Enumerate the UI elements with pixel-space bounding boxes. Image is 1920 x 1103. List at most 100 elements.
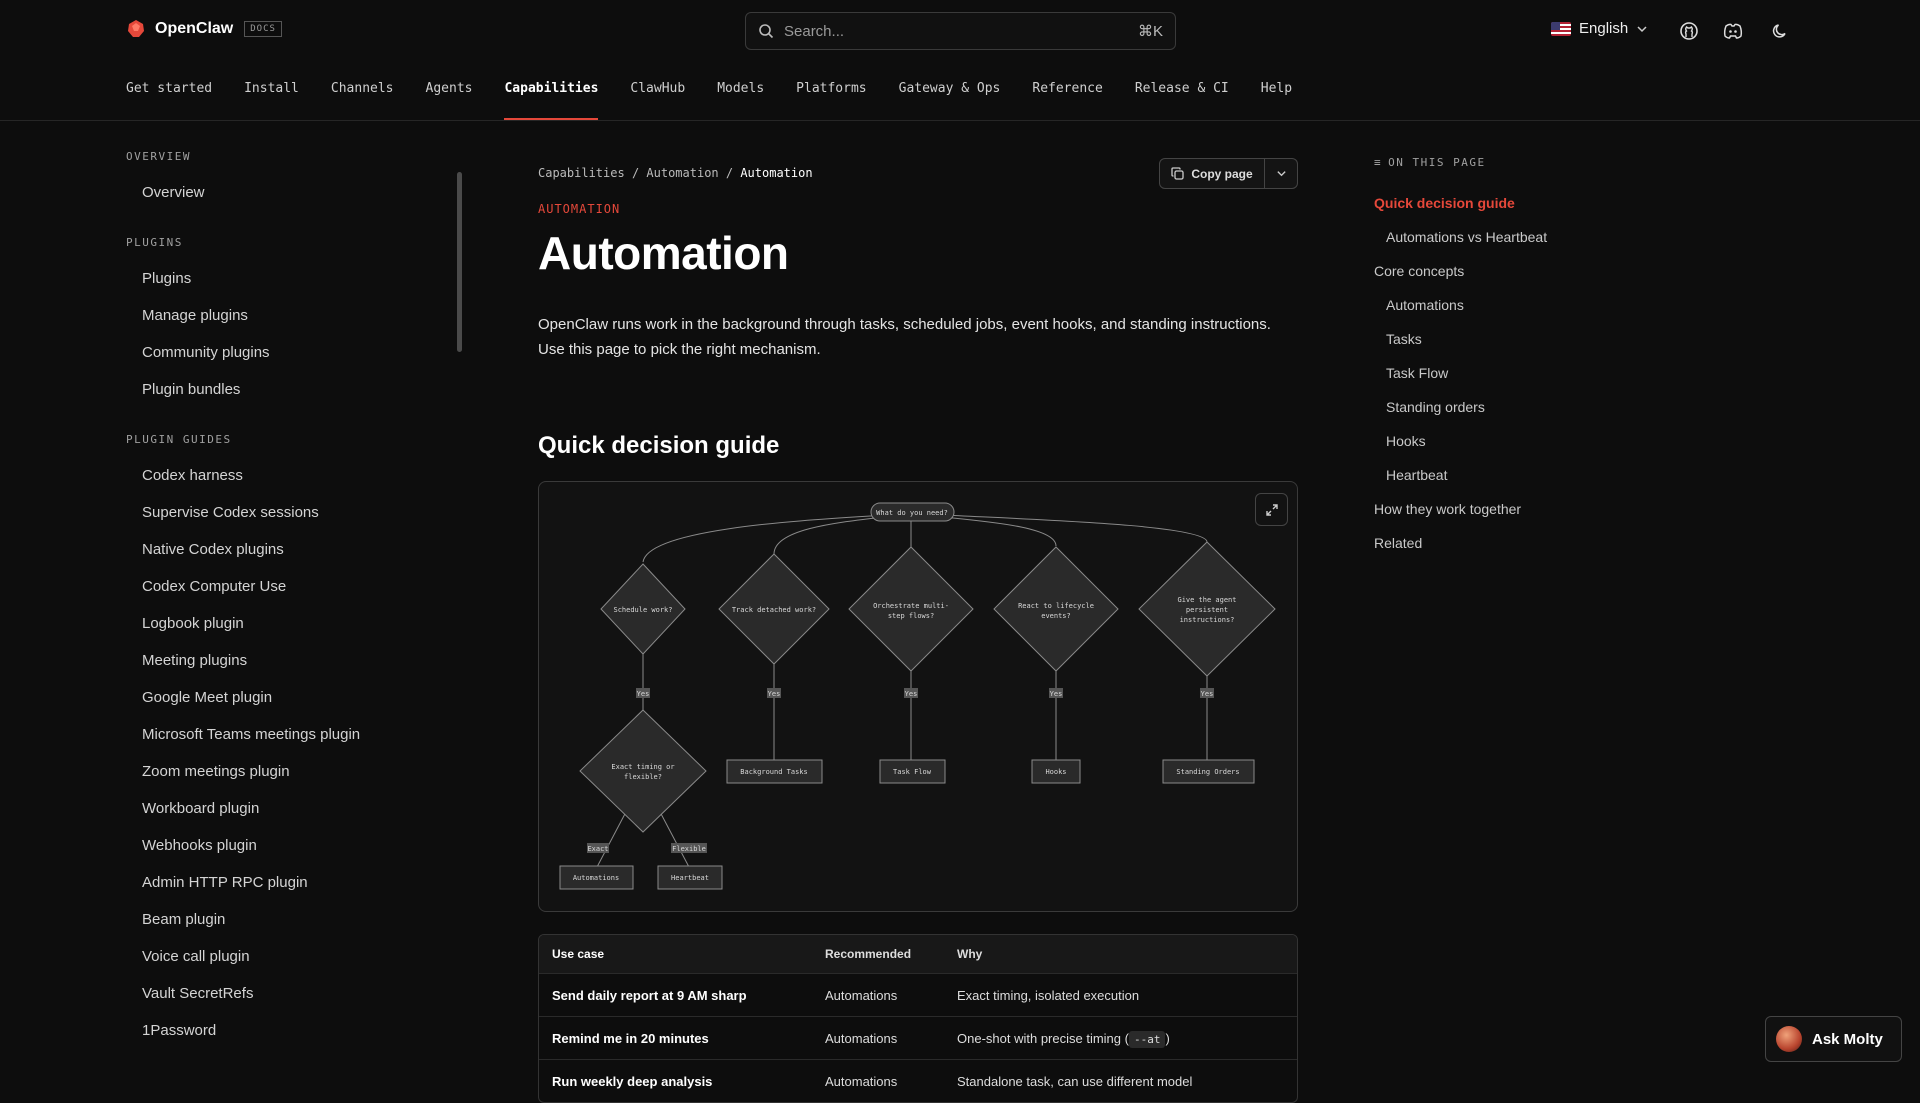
- search-bar[interactable]: Search... ⌘K: [745, 12, 1176, 50]
- breadcrumb: Capabilities / Automation / Automation: [538, 166, 813, 180]
- table-row: Run weekly deep analysis Automations Stand…: [539, 1059, 1297, 1102]
- breadcrumb-item[interactable]: Automation: [646, 166, 718, 180]
- sidebar-item[interactable]: Logbook plugin: [126, 605, 456, 642]
- use-case-cell: Remind me in 20 minutes: [552, 1030, 709, 1046]
- ask-molty-button[interactable]: Ask Molty: [1765, 1016, 1902, 1062]
- copy-options-dropdown[interactable]: [1265, 158, 1298, 189]
- toc-item[interactable]: Automations: [1374, 288, 1694, 322]
- expand-diagram-button[interactable]: [1255, 493, 1288, 526]
- flow-branch-flexible: Flexible: [672, 845, 706, 853]
- sidebar-item[interactable]: Beam plugin: [126, 901, 456, 938]
- sidebar-item[interactable]: Overview: [126, 174, 456, 211]
- sidebar-item[interactable]: Manage plugins: [126, 297, 456, 334]
- expand-icon: [1265, 503, 1278, 516]
- recommended-cell: Automations: [825, 1030, 898, 1046]
- toc-item[interactable]: Core concepts: [1374, 254, 1694, 288]
- nav-tab-release-ci[interactable]: Release & CI: [1135, 62, 1229, 120]
- sidebar-item[interactable]: 1Password: [126, 1012, 456, 1049]
- copy-icon: [1171, 167, 1184, 180]
- nav-tab-gateway-ops[interactable]: Gateway & Ops: [899, 62, 1001, 120]
- nav-tab-capabilities[interactable]: Capabilities: [504, 62, 598, 120]
- copy-page-button[interactable]: Copy page: [1159, 158, 1265, 189]
- section-heading: Quick decision guide: [538, 432, 780, 459]
- table-header: Use case Recommended Why: [539, 935, 1297, 973]
- flow-root: What do you need?: [876, 509, 948, 517]
- nav-tab-agents[interactable]: Agents: [426, 62, 473, 120]
- why-cell: Standalone task, can use different model: [957, 1073, 1193, 1089]
- top-bar: OpenClaw DOCS Search... ⌘K English: [0, 0, 1920, 62]
- sidebar-item[interactable]: Native Codex plugins: [126, 531, 456, 568]
- toc-item[interactable]: Standing orders: [1374, 390, 1694, 424]
- flow-question: Track detached work?: [732, 606, 816, 614]
- nav-tab-help[interactable]: Help: [1261, 62, 1292, 120]
- sidebar-item[interactable]: Codex Computer Use: [126, 568, 456, 605]
- nav-divider: [0, 120, 1920, 121]
- nav-tab-channels[interactable]: Channels: [331, 62, 394, 120]
- flow-outcome: Hooks: [1045, 768, 1066, 776]
- flow-outcome: Task Flow: [893, 768, 932, 776]
- sidebar-item[interactable]: Plugin bundles: [126, 371, 456, 408]
- sidebar-item[interactable]: Admin HTTP RPC plugin: [126, 864, 456, 901]
- sidebar-item[interactable]: Microsoft Teams meetings plugin: [126, 716, 456, 753]
- sidebar-section-title: OVERVIEW: [126, 150, 191, 163]
- github-icon[interactable]: [1679, 21, 1699, 41]
- claw-logo-icon: [128, 20, 144, 37]
- moon-icon[interactable]: [1770, 21, 1790, 41]
- sidebar-item[interactable]: Google Meet plugin: [126, 679, 456, 716]
- column-header: Recommended: [825, 947, 912, 961]
- main-nav: Get started Install Channels Agents Capabili…: [126, 62, 1324, 120]
- toc-item[interactable]: Task Flow: [1374, 356, 1694, 390]
- sidebar-item[interactable]: Workboard plugin: [126, 790, 456, 827]
- flow-outcome: Background Tasks: [740, 768, 807, 776]
- sidebar-item[interactable]: Codex harness: [126, 457, 456, 494]
- nav-tab-get-started[interactable]: Get started: [126, 62, 212, 120]
- search-icon: [759, 24, 774, 39]
- use-case-table: Use case Recommended Why Send daily repo…: [538, 934, 1298, 1103]
- nav-tab-install[interactable]: Install: [244, 62, 299, 120]
- toc-item[interactable]: Quick decision guide: [1374, 186, 1694, 220]
- recommended-cell: Automations: [825, 987, 898, 1003]
- sidebar-item[interactable]: Zoom meetings plugin: [126, 753, 456, 790]
- flow-question: Schedule work?: [613, 606, 672, 614]
- nav-tab-models[interactable]: Models: [717, 62, 764, 120]
- sidebar-section-title: PLUGINS: [126, 236, 183, 249]
- chevron-down-icon: [1637, 25, 1647, 32]
- inline-code: --at: [1128, 1030, 1166, 1048]
- us-flag-icon: [1551, 21, 1571, 36]
- discord-icon[interactable]: [1723, 21, 1743, 41]
- language-selector[interactable]: English: [1551, 20, 1648, 37]
- search-shortcut: ⌘K: [1137, 23, 1163, 40]
- toc-item[interactable]: How they work together: [1374, 492, 1694, 526]
- docs-badge: DOCS: [244, 21, 282, 37]
- nav-tab-reference[interactable]: Reference: [1032, 62, 1102, 120]
- nav-tab-clawhub[interactable]: ClawHub: [630, 62, 685, 120]
- toc-title: ≡ ON THIS PAGE: [1374, 156, 1694, 186]
- brand-name: OpenClaw: [155, 20, 234, 37]
- sidebar-scrollbar[interactable]: [457, 172, 462, 352]
- toc-item[interactable]: Automations vs Heartbeat: [1374, 220, 1694, 254]
- column-header: Use case: [552, 947, 605, 961]
- sidebar-item[interactable]: Webhooks plugin: [126, 827, 456, 864]
- toc-item[interactable]: Related: [1374, 526, 1694, 560]
- brand-logo[interactable]: OpenClaw DOCS: [126, 19, 282, 39]
- flow-question: Give the agent persistent instructions?: [1177, 596, 1236, 624]
- sidebar-item[interactable]: Meeting plugins: [126, 642, 456, 679]
- use-case-cell: Send daily report at 9 AM sharp: [552, 987, 747, 1003]
- toc-item[interactable]: Tasks: [1374, 322, 1694, 356]
- language-label: English: [1579, 20, 1629, 37]
- sidebar-item[interactable]: Plugins: [126, 260, 456, 297]
- sidebar-item[interactable]: Vault SecretRefs: [126, 975, 456, 1012]
- sidebar-item[interactable]: Supervise Codex sessions: [126, 494, 456, 531]
- use-case-cell: Run weekly deep analysis: [552, 1073, 713, 1089]
- list-icon: ≡: [1374, 156, 1383, 169]
- toc-item[interactable]: Hooks: [1374, 424, 1694, 458]
- left-sidebar: OVERVIEW Overview PLUGINS Plugins Manage plu…: [126, 150, 456, 1070]
- breadcrumb-item[interactable]: Capabilities: [538, 166, 625, 180]
- sidebar-item[interactable]: Community plugins: [126, 334, 456, 371]
- flow-outcome: Standing Orders: [1176, 768, 1239, 776]
- toc-item[interactable]: Heartbeat: [1374, 458, 1694, 492]
- nav-tab-platforms[interactable]: Platforms: [796, 62, 866, 120]
- flowchart-canvas: What do you need? Schedule work? Track d…: [559, 502, 1276, 890]
- sidebar-item[interactable]: Voice call plugin: [126, 938, 456, 975]
- why-cell: One-shot with precise timing (--at): [957, 1030, 1170, 1048]
